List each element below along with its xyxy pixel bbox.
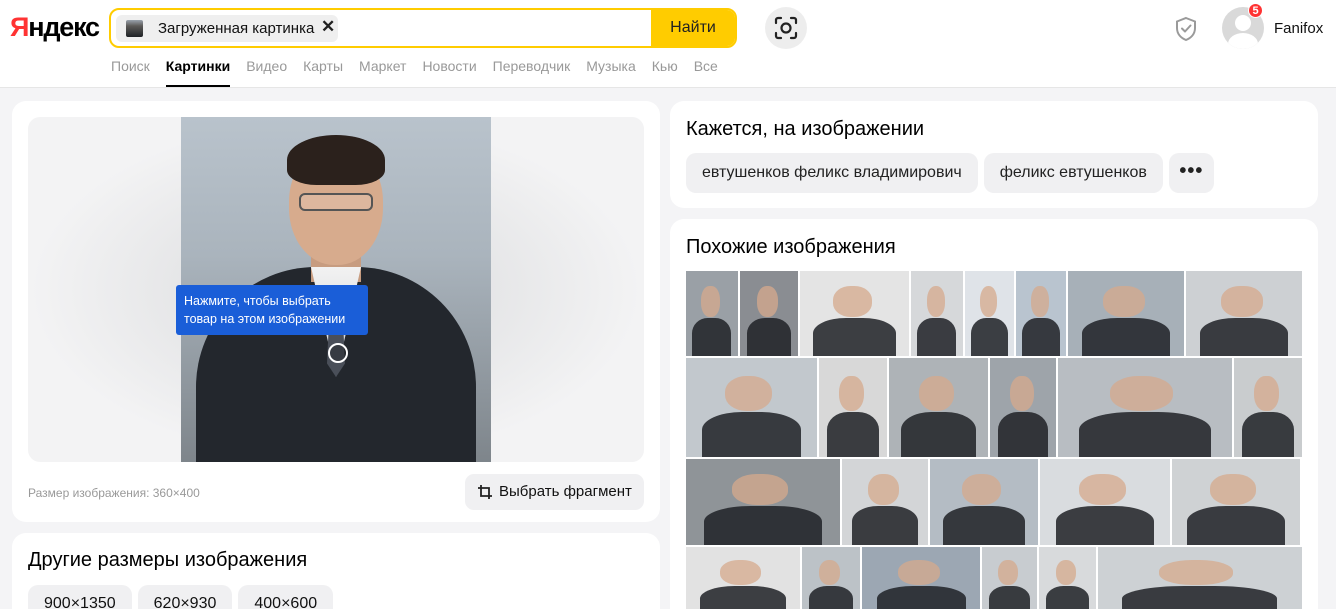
similar-image-tile[interactable]	[1186, 271, 1302, 356]
similar-images-grid	[686, 271, 1302, 609]
size-chip[interactable]: 400×600	[238, 585, 334, 609]
nav-item-music[interactable]: Музыка	[586, 58, 636, 87]
recognition-tag[interactable]: феликс евтушенков	[983, 153, 1163, 193]
similar-image-tile[interactable]	[930, 459, 1038, 545]
similar-image-tile[interactable]	[1040, 459, 1170, 545]
product-hotspot[interactable]	[328, 343, 348, 363]
similar-image-tile[interactable]	[686, 358, 817, 457]
more-tags-button[interactable]: •••	[1168, 153, 1214, 193]
lens-icon	[774, 16, 798, 40]
photo-glasses	[299, 193, 373, 211]
nav-item-market[interactable]: Маркет	[359, 58, 406, 87]
select-fragment-button[interactable]: Выбрать фрагмент	[465, 474, 644, 510]
close-icon[interactable]: ✕	[321, 17, 335, 37]
nav-item-search[interactable]: Поиск	[111, 58, 150, 87]
similar-image-tile[interactable]	[739, 271, 799, 356]
recognition-title: Кажется, на изображении	[686, 118, 925, 140]
nav-item-q[interactable]: Кью	[652, 58, 678, 87]
similar-image-tile[interactable]	[686, 271, 738, 356]
size-chip[interactable]: 620×930	[137, 585, 233, 609]
crop-icon	[478, 485, 492, 499]
similar-image-tile[interactable]	[982, 547, 1037, 609]
similar-image-tile[interactable]	[801, 547, 861, 609]
similar-image-tile[interactable]	[1058, 358, 1232, 457]
similar-images-card: Похожие изображения	[670, 219, 1318, 609]
similar-image-tile[interactable]	[819, 358, 887, 457]
similar-image-tile[interactable]	[800, 271, 910, 356]
product-tooltip: Нажмите, чтобы выбрать товар на этом изо…	[176, 285, 368, 335]
avatar-head	[1235, 15, 1251, 31]
similar-image-tile[interactable]	[686, 547, 800, 609]
nav-item-all[interactable]: Все	[694, 58, 718, 87]
similar-image-tile[interactable]	[842, 459, 928, 545]
username[interactable]: Fanifox	[1274, 20, 1323, 37]
similar-image-tile[interactable]	[1234, 358, 1302, 457]
similar-image-tile[interactable]	[1097, 547, 1302, 609]
similar-image-tile[interactable]	[1016, 271, 1067, 356]
recognition-tag[interactable]: евтушенков феликс владимирович	[686, 153, 978, 193]
similar-row	[686, 271, 1302, 356]
uploaded-image-chip[interactable]: Загруженная картинка ✕	[116, 15, 338, 42]
recognition-tags: евтушенков феликс владимирович феликс ев…	[686, 153, 1220, 193]
search-bar[interactable]: Загруженная картинка ✕ Найти	[109, 8, 737, 48]
similar-image-tile[interactable]	[1172, 459, 1300, 545]
uploaded-image-thumbnail	[126, 20, 143, 37]
similar-image-tile[interactable]	[990, 358, 1056, 457]
search-button[interactable]: Найти	[651, 10, 735, 46]
nav-item-translator[interactable]: Переводчик	[493, 58, 571, 87]
similar-image-tile[interactable]	[911, 271, 963, 356]
similar-image-tile[interactable]	[1038, 547, 1096, 609]
similar-image-tile[interactable]	[862, 547, 981, 609]
nav-item-video[interactable]: Видео	[246, 58, 287, 87]
similar-image-tile[interactable]	[964, 271, 1015, 356]
recognition-card: Кажется, на изображении евтушенков фелик…	[670, 101, 1318, 208]
similar-image-tile[interactable]	[889, 358, 988, 457]
similar-image-tile[interactable]	[686, 459, 840, 545]
photo-hair	[287, 135, 385, 185]
nav-item-images[interactable]: Картинки	[165, 58, 231, 87]
nav-item-maps[interactable]: Карты	[303, 58, 343, 87]
similar-images-title: Похожие изображения	[686, 236, 896, 258]
lens-button[interactable]	[765, 7, 807, 49]
uploaded-image-label: Загруженная картинка	[158, 20, 315, 37]
other-sizes-title: Другие размеры изображения	[28, 549, 308, 571]
size-chip[interactable]: 900×1350	[28, 585, 132, 609]
select-fragment-label: Выбрать фрагмент	[499, 483, 632, 500]
similar-row	[686, 459, 1302, 545]
avatar-body	[1228, 33, 1258, 49]
image-size-label: Размер изображения: 360×400	[28, 486, 200, 500]
nav-item-news[interactable]: Новости	[422, 58, 476, 87]
shield-icon	[1176, 16, 1196, 42]
similar-row	[686, 547, 1302, 609]
notification-badge[interactable]: 5	[1248, 3, 1263, 18]
yandex-logo[interactable]: Яндекс	[10, 12, 100, 43]
similar-image-tile[interactable]	[1068, 271, 1185, 356]
services-nav: Поиск Картинки Видео Карты Маркет Новост…	[111, 58, 734, 87]
size-chips: 900×1350 620×930 400×600	[28, 585, 339, 609]
header: Яндекс Загруженная картинка ✕ Найти 5 Fa…	[0, 0, 1336, 88]
other-sizes-card: Другие размеры изображения 900×1350 620×…	[12, 533, 660, 609]
similar-row	[686, 358, 1302, 457]
shield-button[interactable]	[1173, 16, 1199, 47]
